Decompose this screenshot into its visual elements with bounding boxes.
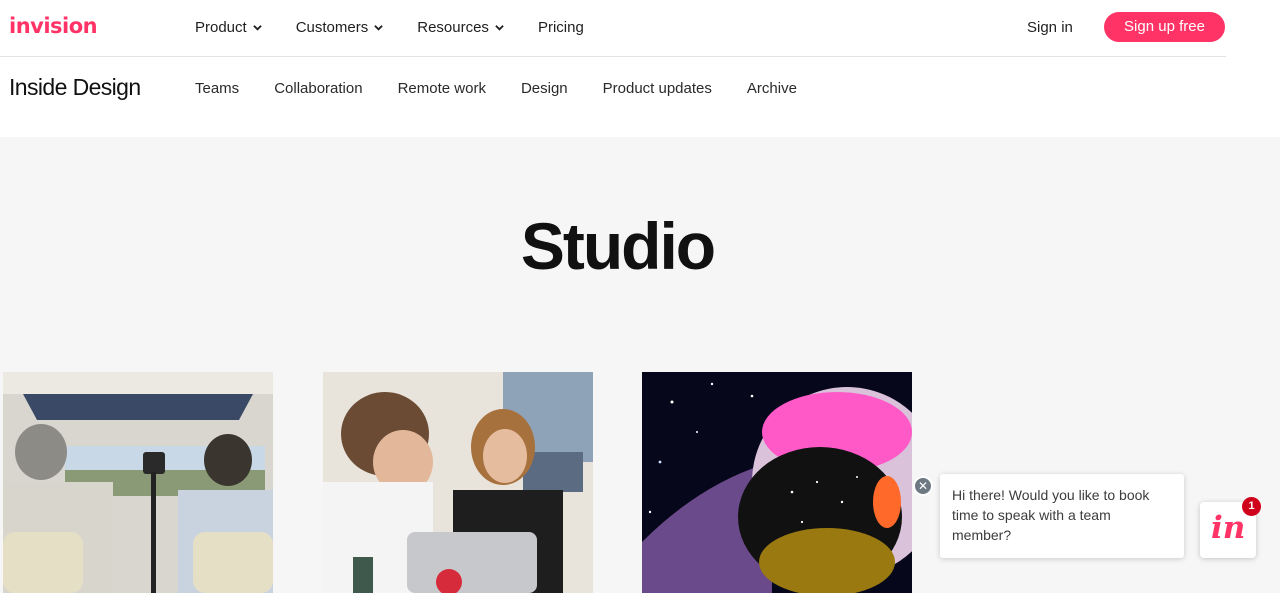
chevron-down-icon [495, 23, 504, 32]
chat-close-button[interactable]: ✕ [913, 476, 933, 496]
category-remote-work[interactable]: Remote work [398, 80, 486, 97]
invision-logo[interactable]: invision [9, 14, 98, 38]
category-design[interactable]: Design [521, 80, 568, 97]
category-nav: Teams Collaboration Remote work Design P… [195, 80, 832, 97]
article-card-2[interactable] [323, 372, 593, 593]
notification-badge: 1 [1242, 497, 1261, 516]
sign-in-link[interactable]: Sign in [1027, 19, 1073, 36]
chevron-down-icon [374, 23, 383, 32]
page-title: Studio [520, 209, 716, 283]
nav-pricing[interactable]: Pricing [538, 19, 584, 36]
chat-message-text: Hi there! Would you like to book time to… [952, 487, 1150, 543]
article-image-astronaut [642, 372, 912, 593]
category-archive[interactable]: Archive [747, 80, 797, 97]
nav-product[interactable]: Product [195, 19, 262, 36]
nav-customers-label: Customers [295, 19, 369, 36]
article-image-car-interior [3, 372, 273, 593]
article-card-3[interactable] [642, 372, 912, 593]
top-navigation: invision Product Customers Resources Pri… [0, 0, 1280, 137]
invision-in-icon: in [1211, 510, 1246, 546]
article-image-office [323, 372, 593, 593]
nav-pricing-label: Pricing [537, 19, 584, 36]
chevron-down-icon [252, 23, 262, 32]
chat-message[interactable]: Hi there! Would you like to book time to… [940, 474, 1184, 558]
category-product-updates[interactable]: Product updates [603, 80, 712, 97]
header-divider [0, 56, 1226, 57]
nav-product-label: Product [195, 19, 247, 36]
nav-resources-label: Resources [417, 19, 489, 36]
inside-design-brand[interactable]: Inside Design [9, 74, 141, 101]
sign-up-button[interactable]: Sign up free [1104, 12, 1225, 42]
nav-resources[interactable]: Resources [417, 19, 504, 36]
main-nav: Product Customers Resources Pricing [195, 19, 618, 36]
close-icon: ✕ [917, 479, 929, 493]
article-card-1[interactable] [3, 372, 273, 593]
nav-customers[interactable]: Customers [296, 19, 384, 36]
category-teams[interactable]: Teams [195, 80, 239, 97]
category-collaboration[interactable]: Collaboration [274, 80, 362, 97]
